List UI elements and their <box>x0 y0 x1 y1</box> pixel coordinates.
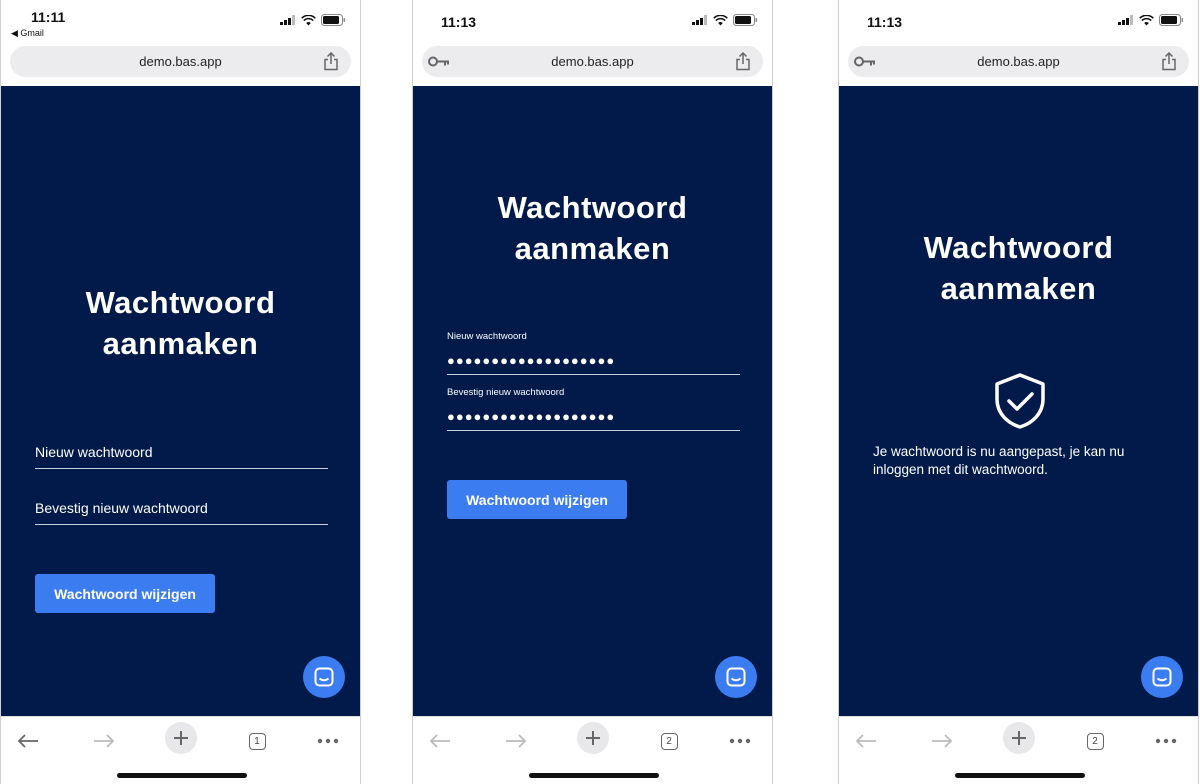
chat-icon <box>1152 667 1172 687</box>
more-icon[interactable] <box>725 726 755 756</box>
new-password-value: ●●●●●●●●●●●●●●●●●●● <box>447 353 616 368</box>
url-text: demo.bas.app <box>139 54 222 69</box>
back-arrow-icon[interactable] <box>13 726 43 756</box>
more-icon[interactable] <box>1151 726 1181 756</box>
phone-screen-2: 11:13 demo.bas.app Wachtwoord aanmaken N… <box>412 0 773 784</box>
status-bar: 11:13 <box>839 0 1198 44</box>
back-arrow-icon[interactable] <box>851 726 881 756</box>
tabs-icon[interactable]: 2 <box>1080 726 1110 756</box>
url-bar[interactable]: demo.bas.app <box>422 46 763 77</box>
share-icon[interactable] <box>1161 52 1177 71</box>
new-password-placeholder: Nieuw wachtwoord <box>35 444 153 460</box>
forward-arrow-icon[interactable] <box>927 726 957 756</box>
tab-count: 2 <box>660 732 678 750</box>
phone-screen-3: 11:13 demo.bas.app Wachtwoord aanmaken J… <box>838 0 1199 784</box>
home-indicator <box>529 773 659 778</box>
page-title: Wachtwoord aanmaken <box>85 285 276 361</box>
battery-icon <box>1159 14 1184 26</box>
tab-count: 1 <box>248 732 266 750</box>
phone-screen-1: 11:11 ◀ Gmail demo.bas.app Wachtwoord aa… <box>0 0 361 784</box>
back-to-app-link[interactable]: ◀ Gmail <box>11 28 44 39</box>
forward-arrow-icon[interactable] <box>89 726 119 756</box>
wifi-icon <box>1139 14 1154 25</box>
status-time: 11:13 <box>867 14 903 30</box>
confirm-password-field[interactable]: Bevestig nieuw wachtwoord ●●●●●●●●●●●●●●… <box>447 387 740 431</box>
tabs-icon[interactable]: 1 <box>242 726 272 756</box>
back-arrow-icon[interactable] <box>425 726 455 756</box>
url-bar[interactable]: demo.bas.app <box>10 46 351 77</box>
new-password-field[interactable]: Nieuw wachtwoord <box>35 444 328 469</box>
app-content: Wachtwoord aanmaken Je wachtwoord is nu … <box>839 86 1198 716</box>
page-title: Wachtwoord aanmaken <box>923 230 1114 306</box>
url-text: demo.bas.app <box>551 54 634 69</box>
plus-icon[interactable] <box>1003 722 1035 754</box>
status-bar: 11:11 ◀ Gmail <box>1 0 360 44</box>
status-time: 11:13 <box>441 14 477 30</box>
signal-icon <box>280 15 295 25</box>
confirm-password-value: ●●●●●●●●●●●●●●●●●●● <box>447 409 616 424</box>
success-message: Je wachtwoord is nu aangepast, je kan nu… <box>873 444 1125 477</box>
home-indicator <box>117 773 247 778</box>
plus-icon[interactable] <box>577 722 609 754</box>
home-indicator <box>955 773 1085 778</box>
battery-icon <box>321 14 346 26</box>
chat-button[interactable] <box>303 656 345 698</box>
browser-toolbar: 2 <box>839 716 1198 784</box>
status-time: 11:11 <box>31 9 66 25</box>
share-icon[interactable] <box>735 52 751 71</box>
app-content: Wachtwoord aanmaken Nieuw wachtwoord ●●●… <box>413 86 772 716</box>
change-password-button[interactable]: Wachtwoord wijzigen <box>35 574 215 613</box>
wifi-icon <box>301 14 316 25</box>
chat-button[interactable] <box>715 656 757 698</box>
browser-toolbar: 2 <box>413 716 772 784</box>
wifi-icon <box>713 14 728 25</box>
chat-button[interactable] <box>1141 656 1183 698</box>
browser-toolbar: 1 <box>1 716 360 784</box>
page-title: Wachtwoord aanmaken <box>497 190 688 266</box>
share-icon[interactable] <box>323 52 339 71</box>
forward-arrow-icon[interactable] <box>501 726 531 756</box>
change-password-button[interactable]: Wachtwoord wijzigen <box>447 480 627 519</box>
app-content: Wachtwoord aanmaken Nieuw wachtwoord Bev… <box>1 86 360 716</box>
tabs-icon[interactable]: 2 <box>654 726 684 756</box>
status-bar: 11:13 <box>413 0 772 44</box>
confirm-password-placeholder: Bevestig nieuw wachtwoord <box>35 500 208 516</box>
more-icon[interactable] <box>313 726 343 756</box>
signal-icon <box>1118 15 1133 25</box>
battery-icon <box>733 14 758 26</box>
shield-check-icon <box>995 373 1045 429</box>
url-text: demo.bas.app <box>977 54 1060 69</box>
new-password-field[interactable]: Nieuw wachtwoord ●●●●●●●●●●●●●●●●●●● <box>447 331 740 375</box>
url-bar[interactable]: demo.bas.app <box>848 46 1189 77</box>
chat-icon <box>726 667 746 687</box>
plus-icon[interactable] <box>165 722 197 754</box>
tab-count: 2 <box>1086 732 1104 750</box>
confirm-password-label: Bevestig nieuw wachtwoord <box>447 387 565 398</box>
chat-icon <box>314 667 334 687</box>
confirm-password-field[interactable]: Bevestig nieuw wachtwoord <box>35 500 328 525</box>
signal-icon <box>692 15 707 25</box>
new-password-label: Nieuw wachtwoord <box>447 331 527 342</box>
